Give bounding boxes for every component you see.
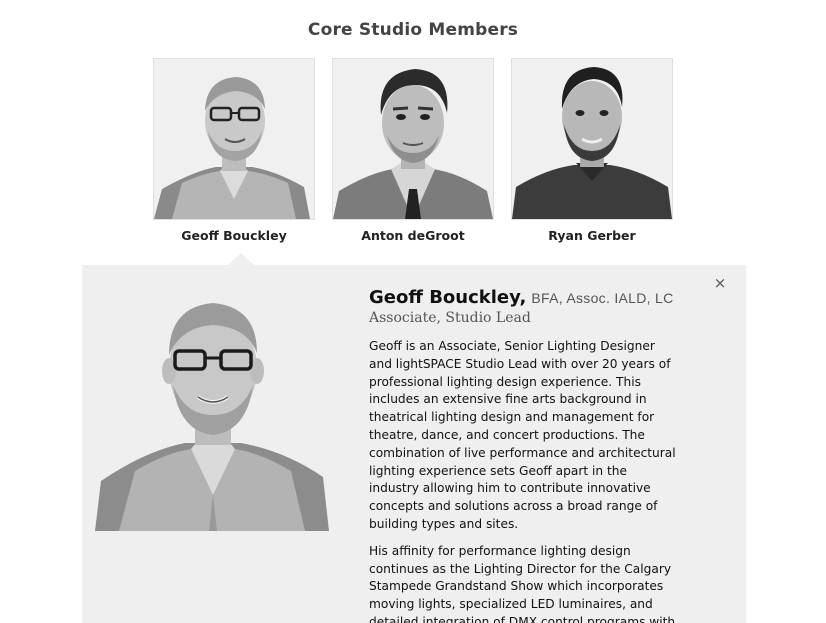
bio-role: Associate, Studio Lead [369, 310, 531, 326]
member-detail-panel: × Geoff Bouckley, BFA, Assoc. IALD, LC A… [82, 265, 746, 623]
panel-pointer [228, 253, 254, 265]
section-title: Core Studio Members [307, 20, 519, 40]
member-photo[interactable] [511, 58, 673, 220]
close-icon[interactable]: × [712, 275, 728, 291]
portrait-ryan [512, 59, 672, 219]
bio-credentials: BFA, Assoc. IALD, LC [531, 290, 674, 306]
team-page: Core Studio Members Geoff Bouckley Anton… [0, 0, 826, 623]
member-photo[interactable] [153, 58, 315, 220]
member-card-ryan[interactable]: Ryan Gerber [511, 58, 673, 243]
bio-section: Geoff Bouckley, BFA, Assoc. IALD, LC Ass… [369, 287, 679, 623]
bio-heading: Geoff Bouckley, BFA, Assoc. IALD, LC [369, 287, 679, 308]
member-photo[interactable] [332, 58, 494, 220]
portrait-anton [333, 59, 493, 219]
bio-name: Geoff Bouckley, [369, 287, 527, 308]
detail-photo [95, 281, 329, 531]
member-name[interactable]: Ryan Gerber [511, 228, 673, 243]
bio-paragraph: Geoff is an Associate, Senior Lighting D… [369, 339, 676, 531]
member-card-geoff[interactable]: Geoff Bouckley [153, 58, 315, 243]
portrait-geoff-large [95, 281, 329, 531]
portrait-geoff [154, 59, 314, 219]
member-name[interactable]: Geoff Bouckley [153, 228, 315, 243]
member-name[interactable]: Anton deGroot [332, 228, 494, 243]
member-card-anton[interactable]: Anton deGroot [332, 58, 494, 243]
bio-paragraph: His affinity for performance lighting de… [369, 543, 676, 623]
